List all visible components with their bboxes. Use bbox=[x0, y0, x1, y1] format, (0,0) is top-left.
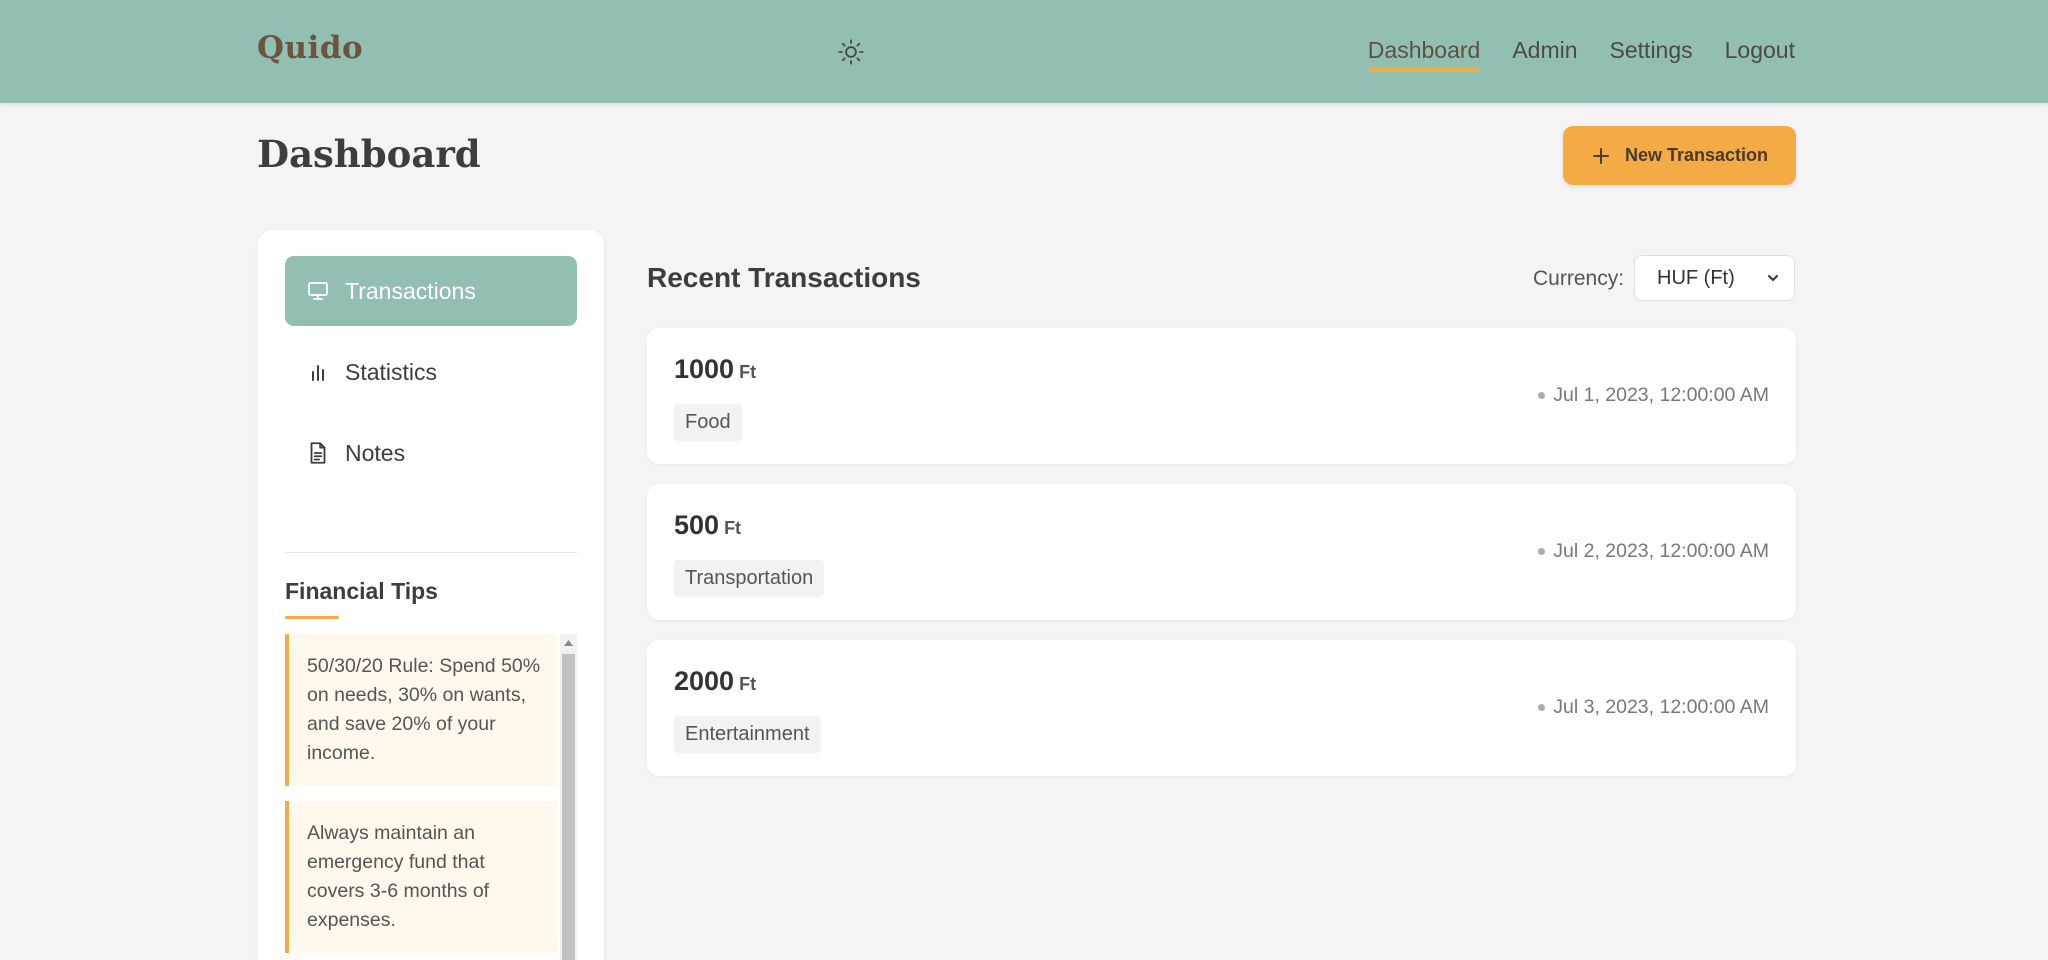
dot-icon bbox=[1538, 548, 1546, 555]
tip-card: 50/30/20 Rule: Spend 50% on needs, 30% o… bbox=[285, 634, 557, 786]
sidebar-item-transactions[interactable]: Transactions bbox=[285, 256, 577, 326]
nav-admin[interactable]: Admin bbox=[1512, 37, 1577, 70]
tips-scrollbar[interactable] bbox=[560, 634, 577, 960]
new-transaction-label: New Transaction bbox=[1624, 145, 1769, 165]
category-badge: Transportation bbox=[674, 560, 825, 597]
tips-title-underline bbox=[285, 616, 339, 619]
scroll-up-icon[interactable] bbox=[560, 634, 577, 651]
brand-logo[interactable]: Quido bbox=[257, 30, 363, 66]
currency-label: Currency: bbox=[1533, 267, 1625, 290]
sun-icon bbox=[838, 39, 864, 65]
nav-logout[interactable]: Logout bbox=[1725, 37, 1795, 70]
document-icon bbox=[310, 442, 326, 464]
sidebar-item-statistics[interactable]: Statistics bbox=[285, 337, 577, 407]
tip-card: Always maintain an emergency fund that c… bbox=[285, 801, 557, 953]
currency-select[interactable]: HUF (Ft) bbox=[1634, 255, 1795, 301]
nav-settings[interactable]: Settings bbox=[1610, 37, 1693, 70]
transaction-card[interactable]: 1000 Ft Food Jul 1, 2023, 12:00:00 AM bbox=[647, 328, 1796, 464]
currency-value: HUF (Ft) bbox=[1657, 266, 1735, 289]
main-nav: Dashboard Admin Settings Logout bbox=[1367, 37, 1795, 72]
currency-unit: Ft bbox=[724, 518, 742, 538]
transaction-amount: 1000 Ft bbox=[674, 354, 757, 384]
scrollbar-thumb[interactable] bbox=[562, 654, 575, 960]
sidebar-item-label: Statistics bbox=[345, 358, 438, 385]
transaction-date: Jul 2, 2023, 12:00:00 AM bbox=[1538, 540, 1769, 563]
top-navbar: Quido Dashboard Admin Settings Logout bbox=[0, 0, 2048, 103]
category-badge: Food bbox=[674, 404, 742, 441]
transaction-card[interactable]: 500 Ft Transportation Jul 2, 2023, 12:00:… bbox=[647, 484, 1796, 620]
transaction-date: Jul 3, 2023, 12:00:00 AM bbox=[1538, 696, 1769, 719]
new-transaction-button[interactable]: New Transaction bbox=[1563, 126, 1796, 185]
currency-unit: Ft bbox=[739, 362, 757, 382]
recent-transactions-title: Recent Transactions bbox=[647, 262, 921, 293]
bar-chart-icon bbox=[312, 365, 324, 381]
dot-icon bbox=[1538, 392, 1546, 399]
transaction-amount: 500 Ft bbox=[674, 510, 742, 540]
chevron-down-icon bbox=[1768, 275, 1778, 281]
sidebar: Transactions Statistics Notes Financial … bbox=[258, 230, 604, 960]
tips-list[interactable]: 50/30/20 Rule: Spend 50% on needs, 30% o… bbox=[285, 634, 577, 960]
sidebar-divider bbox=[285, 552, 577, 553]
category-badge: Entertainment bbox=[674, 716, 821, 753]
transaction-amount: 2000 Ft bbox=[674, 666, 757, 696]
nav-dashboard[interactable]: Dashboard bbox=[1367, 37, 1480, 72]
page-title: Dashboard bbox=[257, 132, 481, 176]
transaction-card[interactable]: 2000 Ft Entertainment Jul 3, 2023, 12:00:… bbox=[647, 640, 1796, 776]
theme-toggle-button[interactable] bbox=[835, 36, 867, 68]
plus-icon bbox=[1592, 147, 1609, 164]
financial-tips-title: Financial Tips bbox=[285, 578, 438, 604]
sidebar-item-label: Transactions bbox=[345, 277, 476, 304]
currency-unit: Ft bbox=[739, 674, 757, 694]
transaction-date: Jul 1, 2023, 12:00:00 AM bbox=[1538, 384, 1769, 407]
sidebar-item-label: Notes bbox=[345, 439, 406, 466]
dot-icon bbox=[1538, 704, 1546, 711]
sidebar-item-notes[interactable]: Notes bbox=[285, 418, 577, 488]
monitor-icon bbox=[308, 282, 328, 300]
